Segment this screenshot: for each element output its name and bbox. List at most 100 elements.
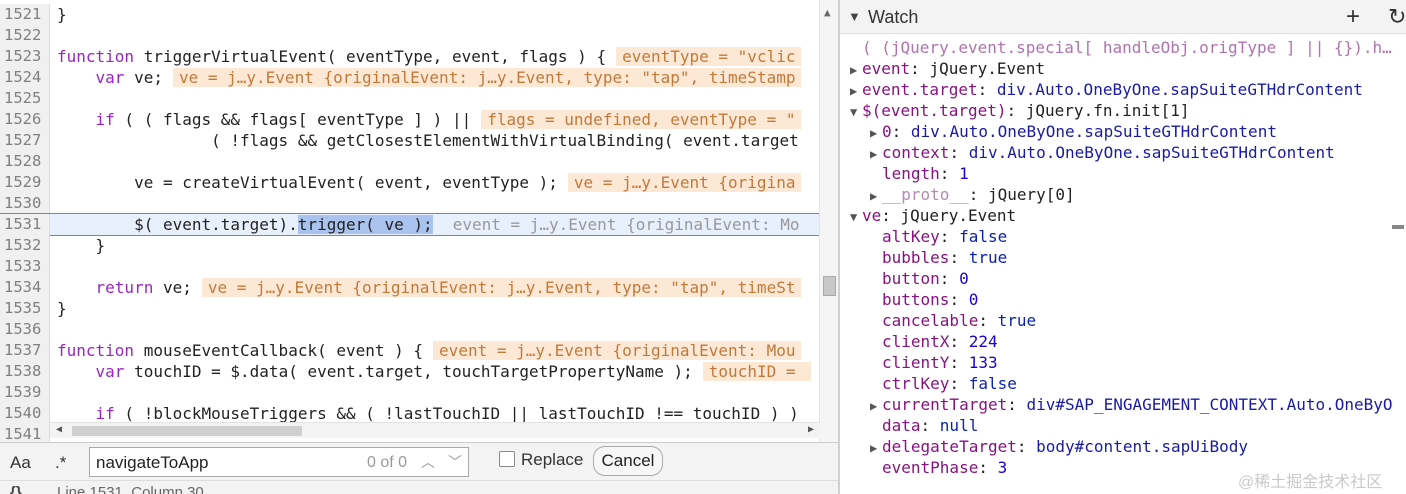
- code-horizontal-scrollbar[interactable]: ◀ ▶: [50, 422, 820, 438]
- code-line[interactable]: 1534 return ve; ve = j…y.Event {originalE…: [0, 277, 822, 298]
- line-number[interactable]: 1528: [0, 151, 50, 172]
- watch-name: $(event.target): [862, 101, 1007, 120]
- code-line[interactable]: 1521}: [0, 4, 822, 25]
- code-line[interactable]: 1535}: [0, 298, 822, 319]
- line-number[interactable]: 1532: [0, 235, 50, 256]
- code-line[interactable]: 1529 ve = createVirtualEvent( event, eve…: [0, 172, 822, 193]
- line-number[interactable]: 1522: [0, 25, 50, 46]
- next-match-button[interactable]: ﹀: [442, 451, 468, 473]
- watch-row[interactable]: ▶ 0: div.Auto.OneByOne.sapSuiteGTHdrConte…: [840, 121, 1406, 142]
- watch-row[interactable]: button: 0: [840, 268, 1406, 289]
- watch-row[interactable]: altKey: false: [840, 226, 1406, 247]
- watch-row[interactable]: ▶ __proto__: jQuery[0]: [840, 184, 1406, 205]
- watch-row[interactable]: ▶ event.target: div.Auto.OneByOne.sapSuit…: [840, 79, 1406, 100]
- watch-value: jQuery.Event: [900, 206, 1017, 225]
- line-number[interactable]: 1537: [0, 340, 50, 361]
- collapse-handle-icon[interactable]: [1392, 225, 1404, 229]
- code-line[interactable]: 1537 function mouseEventCallback( event )…: [0, 340, 822, 361]
- line-number[interactable]: 1531: [0, 214, 50, 235]
- watch-row[interactable]: ▼ $(event.target): jQuery.fn.init[1]: [840, 100, 1406, 121]
- watch-row[interactable]: clientY: 133: [840, 352, 1406, 373]
- code-line[interactable]: 1533: [0, 256, 822, 277]
- line-number[interactable]: 1527: [0, 130, 50, 151]
- collapsed-arrow-icon[interactable]: ▶: [870, 144, 882, 163]
- line-number[interactable]: 1523: [0, 46, 50, 67]
- code-line[interactable]: 1531 $( event.target).trigger( ve ); even…: [0, 213, 823, 236]
- watch-value: div.Auto.OneByOne.sapSuiteGTHdrContent: [996, 80, 1363, 99]
- scroll-right-icon[interactable]: ▶: [808, 424, 814, 435]
- line-number[interactable]: 1530: [0, 193, 50, 214]
- watch-row[interactable]: bubbles: true: [840, 247, 1406, 268]
- watch-row[interactable]: cancelable: true: [840, 310, 1406, 331]
- line-number[interactable]: 1539: [0, 382, 50, 403]
- collapsed-arrow-icon[interactable]: ▶: [850, 81, 862, 100]
- watch-row[interactable]: data: null: [840, 415, 1406, 436]
- code-source: }: [57, 5, 67, 24]
- replace-checkbox[interactable]: [499, 451, 515, 467]
- expanded-arrow-icon[interactable]: ▼: [850, 207, 862, 226]
- watch-row[interactable]: buttons: 0: [840, 289, 1406, 310]
- cancel-button[interactable]: Cancel: [593, 446, 663, 476]
- code-line[interactable]: 1539: [0, 382, 822, 403]
- line-number[interactable]: 1536: [0, 319, 50, 340]
- line-number[interactable]: 1524: [0, 67, 50, 88]
- code-line[interactable]: 1522: [0, 25, 822, 46]
- code-line[interactable]: 1538 var touchID = $.data( event.target,…: [0, 361, 822, 382]
- scroll-left-icon[interactable]: ◀: [56, 424, 62, 435]
- code-line[interactable]: 1532 }: [0, 235, 822, 256]
- watch-row[interactable]: ▶ context: div.Auto.OneByOne.sapSuiteGTHd…: [840, 142, 1406, 163]
- collapsed-arrow-icon[interactable]: ▶: [870, 396, 882, 415]
- watch-value: 224: [968, 332, 998, 351]
- watch-row[interactable]: clientX: 224: [840, 331, 1406, 352]
- scroll-up-icon[interactable]: ▲: [824, 6, 831, 19]
- collapsed-arrow-icon[interactable]: ▶: [870, 123, 882, 142]
- expanded-arrow-icon[interactable]: ▼: [850, 102, 862, 121]
- watch-row[interactable]: ▶ event: jQuery.Event: [840, 58, 1406, 79]
- watch-row[interactable]: ctrlKey: false: [840, 373, 1406, 394]
- watch-row[interactable]: ( (jQuery.event.special[ handleObj.origT…: [840, 37, 1406, 58]
- code-line[interactable]: 1523 function triggerVirtualEvent( eventT…: [0, 46, 822, 67]
- collapsed-arrow-icon[interactable]: ▶: [850, 60, 862, 79]
- code-vertical-scrollbar[interactable]: ▲: [819, 0, 838, 442]
- match-case-toggle[interactable]: Aa: [10, 453, 31, 473]
- line-number[interactable]: 1526: [0, 109, 50, 130]
- code-line[interactable]: 1536: [0, 319, 822, 340]
- code-line[interactable]: 1526 if ( ( flags && flags[ eventType ] …: [0, 109, 822, 130]
- line-number[interactable]: 1540: [0, 403, 50, 424]
- pretty-print-icon[interactable]: {}: [10, 484, 22, 494]
- add-watch-icon[interactable]: +: [1346, 3, 1360, 31]
- collapsed-arrow-icon[interactable]: ▶: [870, 438, 882, 457]
- line-number[interactable]: 1533: [0, 256, 50, 277]
- line-number[interactable]: 1521: [0, 4, 50, 25]
- search-query[interactable]: navigateToApp: [96, 453, 208, 473]
- code-line[interactable]: 1530: [0, 193, 822, 214]
- watch-name: delegateTarget: [882, 437, 1017, 456]
- line-number[interactable]: 1538: [0, 361, 50, 382]
- watch-name: bubbles: [882, 248, 950, 267]
- refresh-icon[interactable]: ↻: [1388, 4, 1406, 30]
- replace-label[interactable]: Replace: [521, 450, 583, 470]
- line-number[interactable]: 1541: [0, 424, 50, 442]
- watch-row[interactable]: length: 1: [840, 163, 1406, 184]
- previous-match-button[interactable]: ︿: [415, 451, 441, 473]
- line-number[interactable]: 1529: [0, 172, 50, 193]
- line-number[interactable]: 1535: [0, 298, 50, 319]
- code-line[interactable]: 1525: [0, 88, 822, 109]
- code-line[interactable]: 1528: [0, 151, 822, 172]
- line-number[interactable]: 1534: [0, 277, 50, 298]
- line-number[interactable]: 1525: [0, 88, 50, 109]
- collapse-arrow-icon[interactable]: ▼: [848, 9, 861, 24]
- code-editor[interactable]: 1521} 1522 1523 function triggerVirtualEven…: [0, 0, 838, 442]
- code-line[interactable]: 1527 ( !flags && getClosestElementWithVi…: [0, 130, 822, 151]
- search-input[interactable]: navigateToApp 0 of 0 ︿ ﹀: [89, 447, 469, 477]
- watch-row[interactable]: ▶ currentTarget: div#SAP_ENGAGEMENT_CONTE…: [840, 394, 1406, 415]
- code-line[interactable]: 1540 if ( !blockMouseTriggers && ( !last…: [0, 403, 822, 424]
- scrollbar-thumb[interactable]: [823, 276, 836, 296]
- collapsed-arrow-icon[interactable]: ▶: [870, 186, 882, 205]
- watch-row[interactable]: ▶ delegateTarget: body#content.sapUiBody: [840, 436, 1406, 457]
- scrollbar-thumb[interactable]: [72, 426, 302, 436]
- watch-header[interactable]: ▼ Watch + ↻: [840, 0, 1406, 34]
- watch-row[interactable]: ▼ ve: jQuery.Event: [840, 205, 1406, 226]
- regex-toggle[interactable]: .*: [55, 453, 66, 473]
- code-line[interactable]: 1524 var ve; ve = j…y.Event {originalEven…: [0, 67, 822, 88]
